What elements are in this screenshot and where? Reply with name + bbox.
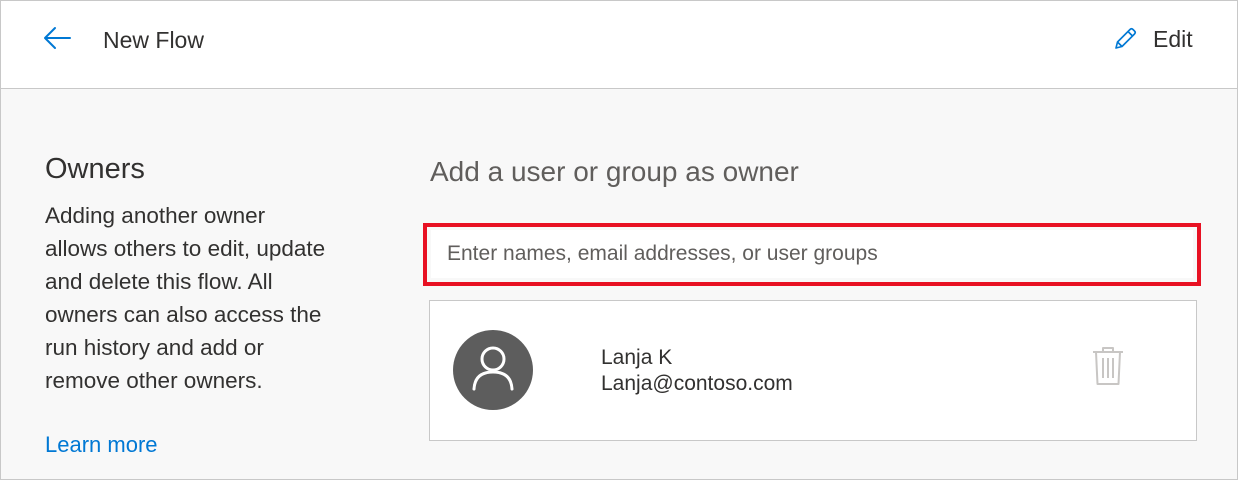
add-owner-heading: Add a user or group as owner: [430, 156, 799, 187]
owners-panel: New Flow Edit Owners Adding another owne…: [0, 0, 1238, 480]
trash-icon: [1091, 345, 1125, 392]
back-button[interactable]: [39, 23, 75, 57]
edit-button[interactable]: Edit: [1111, 23, 1193, 55]
owner-card: Lanja K Lanja@contoso.com: [429, 300, 1197, 441]
pencil-icon: [1111, 25, 1139, 53]
owners-heading: Owners: [45, 153, 145, 185]
edit-label: Edit: [1153, 26, 1193, 52]
arrow-left-icon: [42, 26, 72, 55]
owners-description: Adding another owner allows others to ed…: [45, 203, 326, 393]
person-icon: [466, 341, 520, 400]
flow-title: New Flow: [103, 27, 204, 53]
owner-email: Lanja@contoso.com: [601, 372, 793, 395]
owner-search-input[interactable]: [431, 230, 1193, 278]
avatar: [453, 330, 533, 410]
header-bar: New Flow Edit: [1, 1, 1237, 89]
owner-name: Lanja K: [601, 346, 673, 369]
delete-owner-button[interactable]: [1090, 345, 1126, 391]
learn-more-link[interactable]: Learn more: [45, 430, 158, 460]
